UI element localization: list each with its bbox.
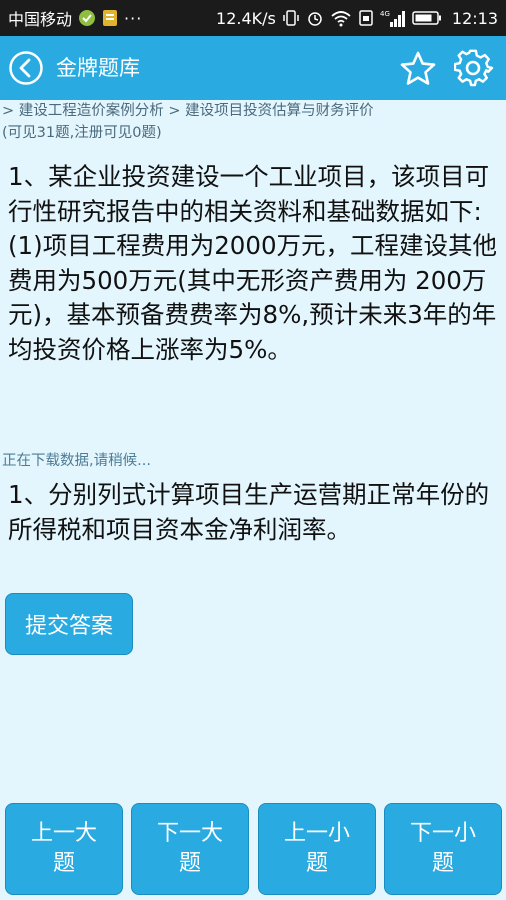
cellular-signal-icon: 4G — [380, 8, 406, 28]
breadcrumb[interactable]: > 建设工程造价案例分析 > 建设项目投资估算与财务评价 — [2, 100, 502, 122]
prev-small-question-button[interactable]: 上一小题 — [258, 803, 376, 895]
prev-big-question-button[interactable]: 上一大题 — [5, 803, 123, 895]
alarm-icon — [306, 9, 324, 27]
vibrate-icon — [282, 9, 300, 27]
favorite-button[interactable] — [398, 49, 438, 89]
next-big-question-button[interactable]: 下一大题 — [131, 803, 249, 895]
network-type-label: 4G — [380, 10, 390, 18]
app-title: 金牌题库 — [56, 56, 140, 80]
gear-icon — [453, 49, 494, 87]
wifi-icon — [330, 9, 352, 27]
next-small-question-button[interactable]: 下一小题 — [384, 803, 502, 895]
question-text: 1、某企业投资建设一个工业项目，该项目可行性研究报告中的相关资料和基础数据如下:… — [8, 162, 498, 364]
back-arrow-icon — [9, 51, 43, 85]
status-bar: 中国移动 ··· 12.4K/s 4G 12:13 — [0, 0, 506, 36]
clock: 12:13 — [451, 8, 498, 28]
subquestion-text: 1、分别列式计算项目生产运营期正常年份的所得税和项目资本金净利润率。 — [8, 480, 490, 544]
settings-button[interactable] — [453, 49, 494, 89]
star-icon — [400, 51, 436, 85]
status-bar-right: 12.4K/s 4G 12:13 — [216, 8, 498, 28]
bottom-navigation: 上一大题 下一大题 上一小题 下一小题 — [0, 803, 506, 895]
more-notifications-indicator: ··· — [124, 8, 143, 28]
file-notification-icon — [102, 9, 118, 27]
back-button[interactable] — [8, 50, 44, 86]
battery-icon — [412, 10, 442, 26]
status-bar-left: 中国移动 ··· — [8, 6, 142, 30]
network-speed: 12.4K/s — [216, 8, 276, 28]
carrier-name: 中国移动 — [8, 10, 73, 29]
app-notification-icon — [78, 9, 96, 27]
question-box: 1、某企业投资建设一个工业项目，该项目可行性研究报告中的相关资料和基础数据如下:… — [8, 160, 502, 444]
app-bar: 金牌题库 — [0, 36, 506, 100]
loading-status: 正在下载数据,请稍候... — [2, 453, 151, 469]
visibility-note: (可见31题,注册可见0题) — [2, 125, 162, 141]
submit-answer-button[interactable]: 提交答案 — [5, 593, 133, 655]
sim-icon — [358, 9, 374, 27]
